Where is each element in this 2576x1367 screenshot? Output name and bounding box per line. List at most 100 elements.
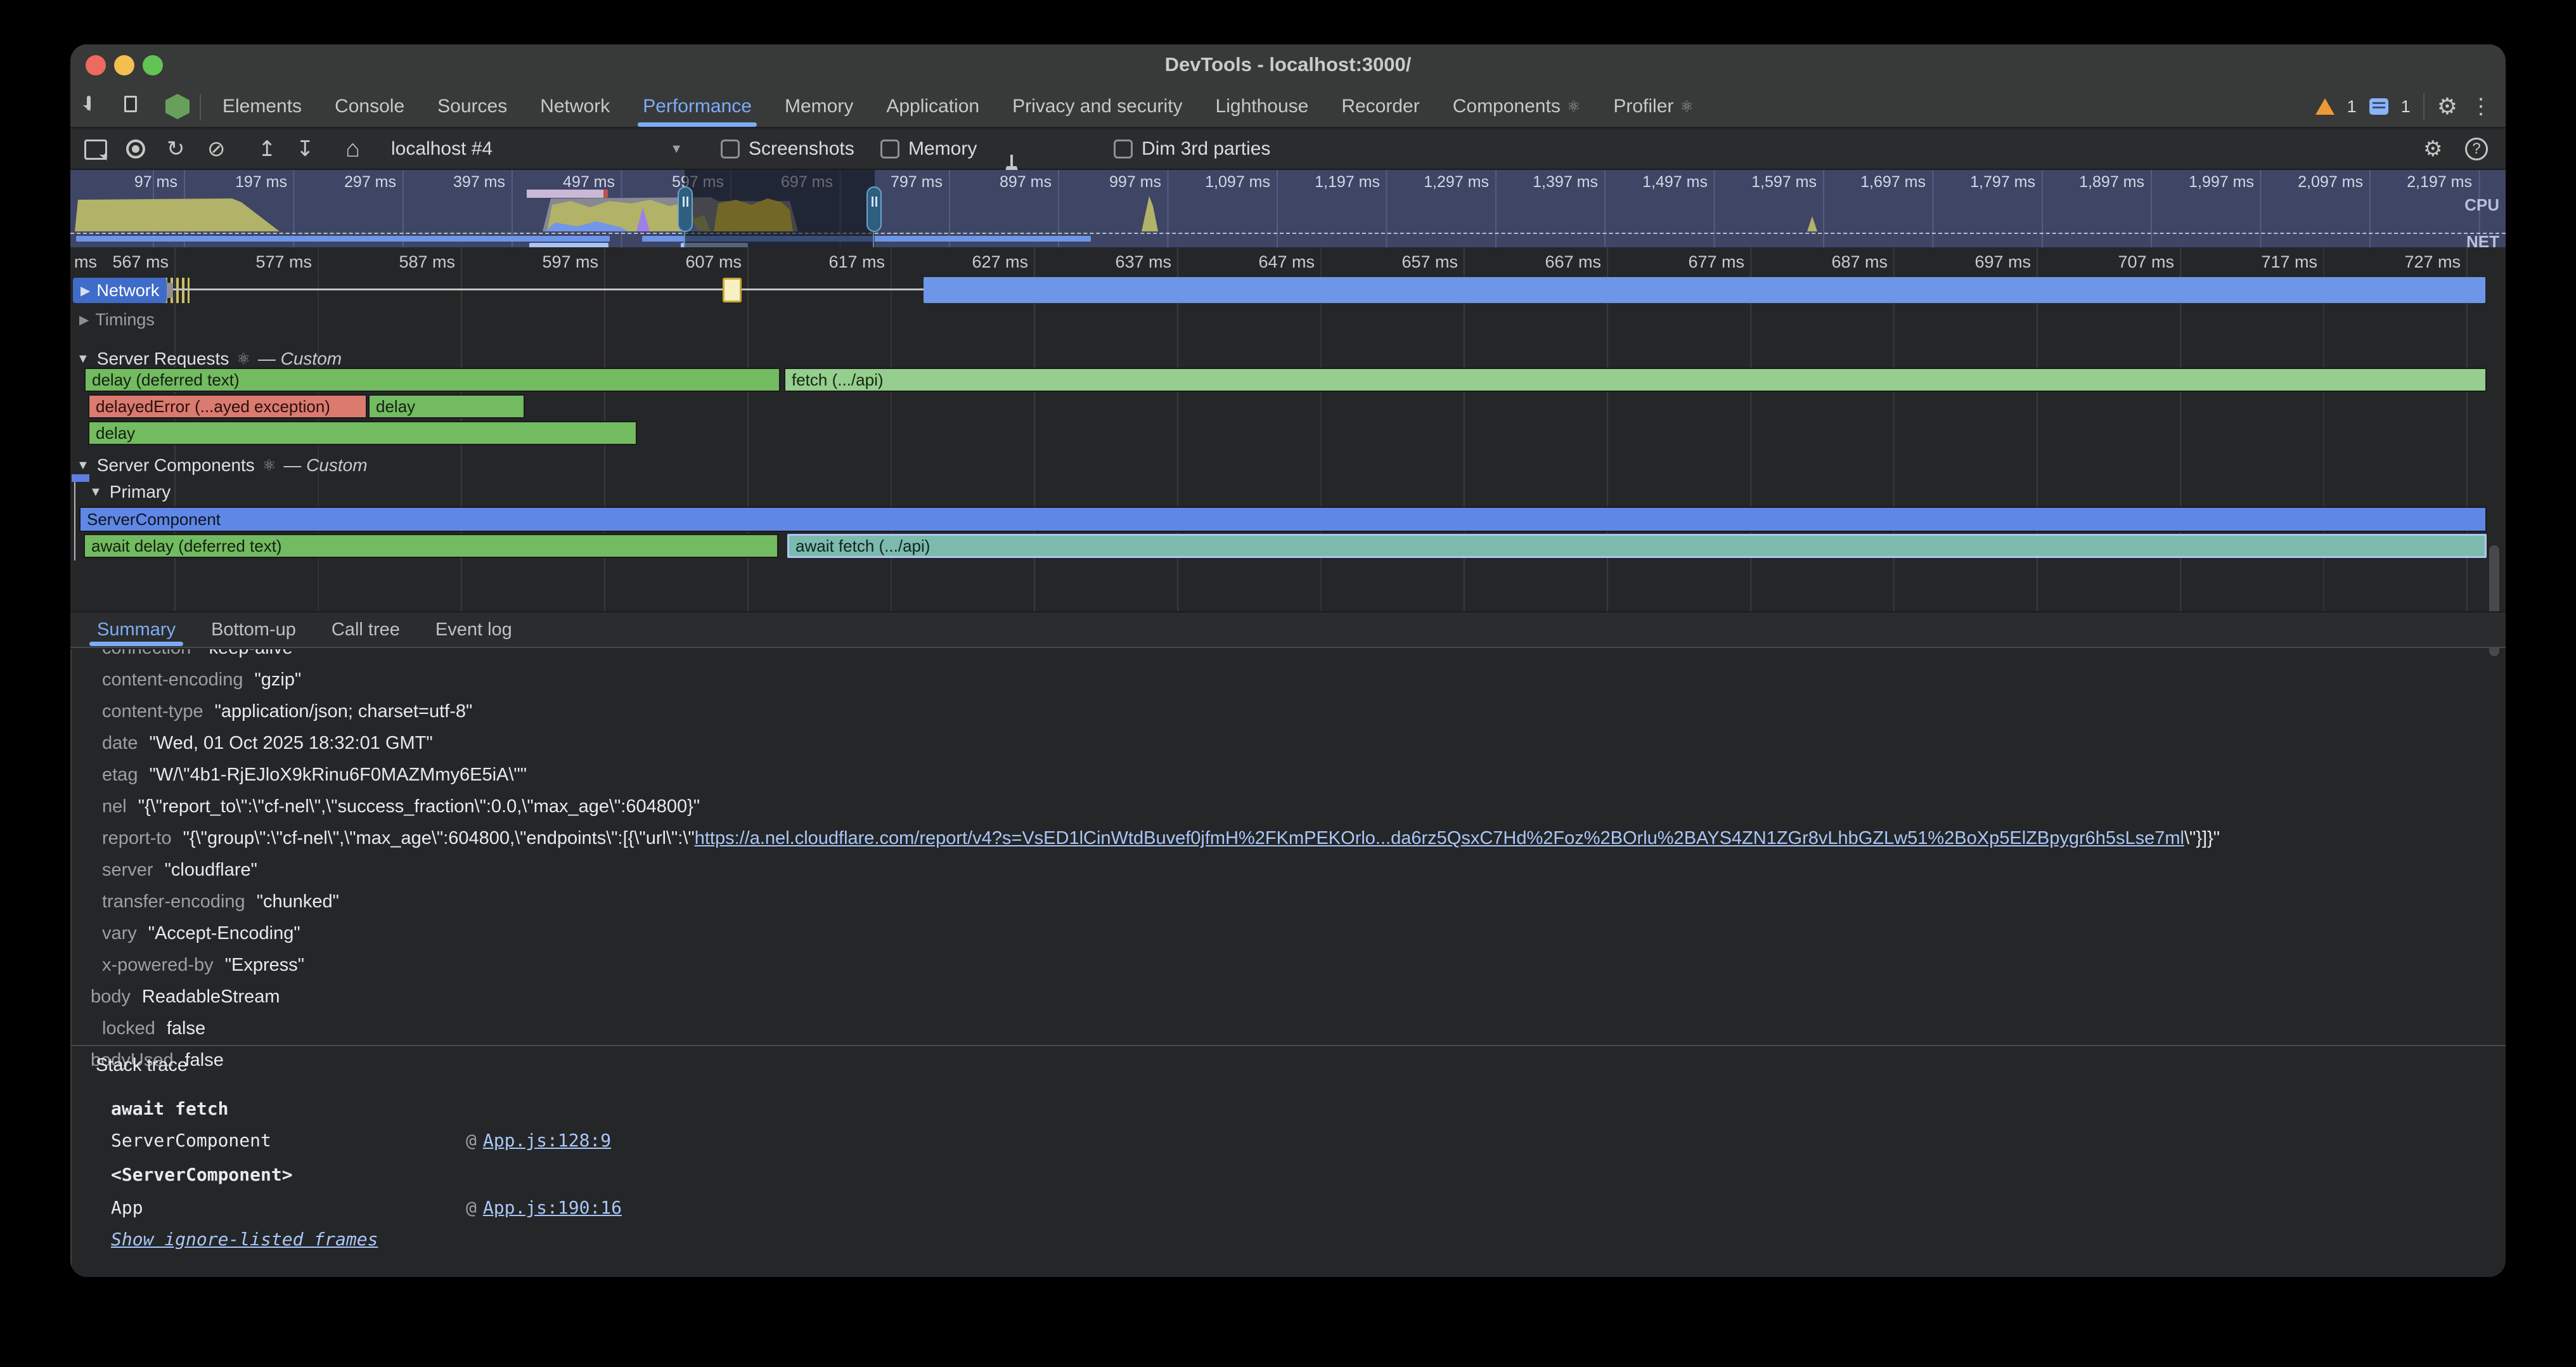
tab-profiler[interactable]: Profiler⚛ xyxy=(1597,86,1710,127)
triangle-right-icon[interactable]: ▶ xyxy=(80,283,90,299)
clear-recording-button[interactable]: ⊘ xyxy=(207,134,226,164)
show-ignore-listed-frames-link[interactable]: Show ignore-listed frames xyxy=(111,1229,378,1250)
triangle-down-icon[interactable]: ▼ xyxy=(77,458,89,473)
ruler-tick: 677 ms xyxy=(1643,252,1744,272)
header-row: content-type"application/json; charset=u… xyxy=(102,701,2506,733)
tab-memory[interactable]: Memory xyxy=(768,86,870,127)
ruler-tick: 617 ms xyxy=(783,252,885,272)
performance-settings-icon[interactable]: ⚙ xyxy=(2423,134,2442,164)
overview-selection-window[interactable] xyxy=(685,170,875,247)
selection-handle-line xyxy=(873,232,874,247)
dim-3rd-parties-checkbox[interactable]: Dim 3rd parties xyxy=(1114,134,1270,164)
ruler-tick: 717 ms xyxy=(2216,252,2317,272)
primary-subtrack-header[interactable]: ▼ Primary xyxy=(70,481,2506,503)
react-atom-icon: ⚛ xyxy=(1567,98,1581,116)
flame-chart[interactable]: ms 567 ms 577 ms 587 ms 597 ms 607 ms 61… xyxy=(70,247,2506,611)
load-profile-icon[interactable]: ↥ xyxy=(258,134,276,164)
server-requests-header[interactable]: ▼ Server Requests ⚛ — Custom xyxy=(70,347,2506,370)
timings-track-header[interactable]: ▶Timings xyxy=(70,306,2506,334)
server-request-delay[interactable]: delay xyxy=(368,394,525,418)
header-row: nel"{\"report_to\":\"cf-nel\",\"success_… xyxy=(102,796,2506,828)
tab-network[interactable]: Network xyxy=(524,86,626,127)
ruler-tick: 697 ms xyxy=(1929,252,2031,272)
tab-privacy-security[interactable]: Privacy and security xyxy=(996,86,1199,127)
server-component-bar[interactable]: ServerComponent xyxy=(79,507,2487,532)
header-row: etag"W/\"4b1-RjEJloX9kRinu6F0MAZMmy6E5iA… xyxy=(102,765,2506,796)
network-track-header[interactable]: ▶Network xyxy=(73,278,167,303)
tab-event-log[interactable]: Event log xyxy=(418,612,530,647)
network-request-bar[interactable] xyxy=(924,277,2485,303)
help-icon[interactable]: ? xyxy=(2465,134,2488,164)
tab-recorder[interactable]: Recorder xyxy=(1325,86,1436,127)
triangle-down-icon[interactable]: ▼ xyxy=(77,352,89,366)
net-lane-label: NET xyxy=(2436,232,2499,247)
header-row-report-to: report-to"{\"group\":\"cf-nel\",\"max_ag… xyxy=(102,828,2506,860)
history-select[interactable]: localhost #4 ▼ xyxy=(391,134,683,164)
server-request-delayed-error[interactable]: delayedError (...ayed exception) xyxy=(88,394,367,418)
selection-left-handle[interactable] xyxy=(678,186,693,232)
window-title: DevTools - localhost:3000/ xyxy=(70,53,2506,76)
tab-performance[interactable]: Performance xyxy=(626,86,768,127)
overview-tick: 1,397 ms xyxy=(1503,173,1598,191)
memory-checkbox[interactable]: Memory xyxy=(880,134,977,164)
overview-tick: 897 ms xyxy=(956,173,1052,191)
tab-bottom-up[interactable]: Bottom-up xyxy=(193,612,314,647)
header-row: x-powered-by"Express" xyxy=(102,955,2506,987)
node-extension-icon[interactable] xyxy=(165,94,190,119)
tab-lighthouse[interactable]: Lighthouse xyxy=(1199,86,1325,127)
settings-gear-icon[interactable]: ⚙ xyxy=(2437,93,2457,120)
ruler-tick: 657 ms xyxy=(1356,252,1458,272)
overview-tick: 997 ms xyxy=(1066,173,1161,191)
summary-pane[interactable]: connection"keep-alive" content-encoding"… xyxy=(70,649,2506,1277)
record-button[interactable] xyxy=(126,134,145,164)
inspect-element-icon[interactable] xyxy=(87,96,91,110)
tab-components[interactable]: Components⚛ xyxy=(1436,86,1597,127)
header-row: vary"Accept-Encoding" xyxy=(102,923,2506,955)
report-endpoint-link[interactable]: https://a.nel.cloudflare.com/report/v4?s… xyxy=(695,828,2184,848)
tab-sources[interactable]: Sources xyxy=(421,86,524,127)
device-toolbar-icon[interactable] xyxy=(131,96,135,110)
server-request-fetch[interactable]: fetch (.../api) xyxy=(784,368,2487,392)
toggle-sidebar-icon[interactable] xyxy=(84,139,107,160)
await-delay-bar[interactable]: await delay (deferred text) xyxy=(84,534,778,558)
triangle-down-icon[interactable]: ▼ xyxy=(89,485,102,500)
selection-right-handle[interactable] xyxy=(866,186,882,232)
ruler-tick: 597 ms xyxy=(497,252,598,272)
tab-application[interactable]: Application xyxy=(870,86,996,127)
overview-tick: 1,197 ms xyxy=(1285,173,1380,191)
ruler-tick: 587 ms xyxy=(354,252,455,272)
triangle-right-icon[interactable]: ▶ xyxy=(79,312,89,328)
more-options-icon[interactable]: ⋮ xyxy=(2470,94,2492,119)
stack-trace-title: Stack trace xyxy=(96,1055,188,1076)
tab-call-tree[interactable]: Call tree xyxy=(314,612,418,647)
reload-and-record-button[interactable]: ↻ xyxy=(167,134,185,164)
save-profile-icon[interactable]: ↧ xyxy=(296,134,314,164)
ruler-tick: 607 ms xyxy=(640,252,742,272)
screenshots-checkbox[interactable]: Screenshots xyxy=(721,134,854,164)
tab-summary[interactable]: Summary xyxy=(79,612,193,647)
devtools-tabbar: Elements Console Sources Network Perform… xyxy=(70,86,2506,128)
overview-tick: 1,697 ms xyxy=(1831,173,1926,191)
server-components-header[interactable]: ▼ Server Components ⚛ — Custom xyxy=(70,454,2506,477)
network-grip xyxy=(167,283,173,298)
issues-icon[interactable] xyxy=(2369,98,2388,115)
overview-tick: 197 ms xyxy=(192,173,287,191)
await-fetch-bar[interactable]: await fetch (.../api) xyxy=(787,534,2487,558)
tab-elements[interactable]: Elements xyxy=(206,86,318,127)
home-icon[interactable]: ⌂ xyxy=(345,134,360,164)
network-request-pending[interactable] xyxy=(723,278,742,302)
warning-icon[interactable] xyxy=(2315,98,2334,115)
section-divider xyxy=(70,1045,2506,1046)
stack-frame-header: await fetch xyxy=(111,1098,228,1119)
source-location-link[interactable]: App.js:128:9 xyxy=(483,1130,611,1151)
tab-console[interactable]: Console xyxy=(318,86,421,127)
header-row: server"cloudflare" xyxy=(102,860,2506,891)
stack-frame: ServerComponent@App.js:128:9 xyxy=(111,1130,611,1151)
server-request-delay-deferred[interactable]: delay (deferred text) xyxy=(84,368,780,392)
header-row: content-encoding"gzip" xyxy=(102,670,2506,701)
source-location-link[interactable]: App.js:190:16 xyxy=(483,1197,622,1218)
server-request-delay[interactable]: delay xyxy=(88,421,637,445)
timeline-overview[interactable]: 97 ms 197 ms 297 ms 397 ms 497 ms 597 ms… xyxy=(70,170,2506,247)
cpu-net-divider xyxy=(70,233,2506,234)
performance-toolbar: ↻ ⊘ ↥ ↧ ⌂ localhost #4 ▼ Screenshots Mem… xyxy=(70,129,2506,170)
